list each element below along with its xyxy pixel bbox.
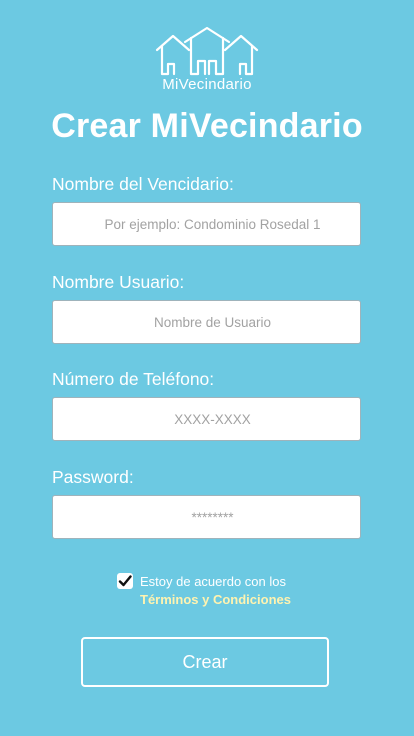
logo-text: MiVecindario [162,76,252,93]
password-input[interactable] [53,496,360,538]
terms-link[interactable]: Términos y Condiciones [140,592,291,607]
checkmark-icon [118,575,132,587]
houses-icon [155,26,259,76]
phone-input[interactable] [53,398,360,440]
terms-agreement-text: Estoy de acuerdo con los [140,574,286,589]
password-field[interactable] [52,495,361,539]
phone-field[interactable] [52,397,361,441]
page-title: Crear MiVecindario [51,107,363,145]
neighborhood-name-field[interactable] [52,202,361,246]
phone-label: Número de Teléfono: [52,369,215,389]
username-input[interactable] [53,301,360,343]
neighborhood-name-input[interactable] [53,203,360,245]
create-button[interactable]: Crear [81,637,329,687]
password-label: Password: [52,467,134,487]
username-label: Nombre Usuario: [52,272,185,292]
neighborhood-name-label: Nombre del Vencidario: [52,174,234,194]
app-logo: MiVecindario [150,26,264,96]
terms-checkbox[interactable] [117,573,133,589]
terms-agreement: Estoy de acuerdo con los Términos y Cond… [117,573,347,613]
username-field[interactable] [52,300,361,344]
